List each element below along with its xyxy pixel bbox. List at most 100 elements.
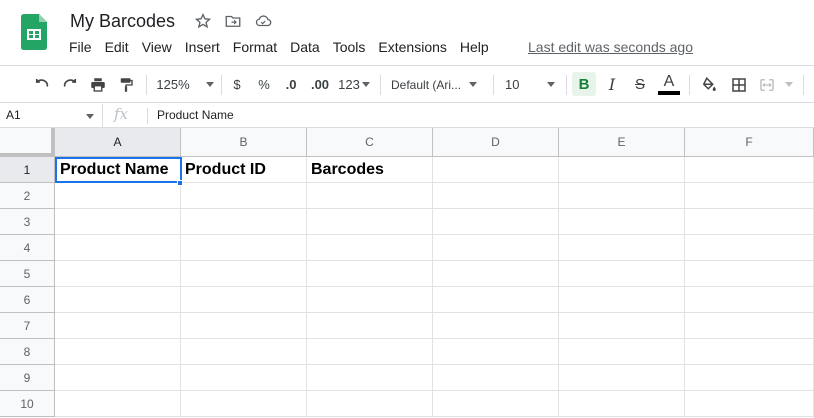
menu-extensions[interactable]: Extensions [378, 39, 446, 55]
cell-d7[interactable] [433, 313, 559, 339]
cell-b4[interactable] [181, 235, 307, 261]
cell-e6[interactable] [559, 287, 685, 313]
row-header-8[interactable]: 8 [0, 339, 55, 365]
menu-insert[interactable]: Insert [185, 39, 220, 55]
cell-a7[interactable] [55, 313, 181, 339]
cell-f9[interactable] [685, 365, 814, 391]
cell-f6[interactable] [685, 287, 814, 313]
cell-c6[interactable] [307, 287, 433, 313]
cell-f2[interactable] [685, 183, 814, 209]
row-header-2[interactable]: 2 [0, 183, 55, 209]
cell-b7[interactable] [181, 313, 307, 339]
currency-format-button[interactable]: $ [228, 66, 246, 103]
increase-decimal-button[interactable]: .00 [309, 66, 331, 103]
move-folder-icon[interactable] [224, 12, 242, 30]
name-box-dropdown-icon[interactable] [86, 114, 94, 119]
menu-data[interactable]: Data [290, 39, 320, 55]
cell-c2[interactable] [307, 183, 433, 209]
cell-f7[interactable] [685, 313, 814, 339]
row-header-9[interactable]: 9 [0, 365, 55, 391]
column-header-d[interactable]: D [433, 128, 559, 157]
column-header-c[interactable]: C [307, 128, 433, 157]
cell-c10[interactable] [307, 391, 433, 417]
cell-e1[interactable] [559, 157, 685, 183]
cell-d8[interactable] [433, 339, 559, 365]
cell-b2[interactable] [181, 183, 307, 209]
menu-file[interactable]: File [69, 39, 92, 55]
more-formats-select[interactable]: 123 [337, 66, 371, 103]
fill-color-icon[interactable] [697, 66, 721, 103]
cell-f4[interactable] [685, 235, 814, 261]
cell-a4[interactable] [55, 235, 181, 261]
cell-a1[interactable]: Product Name [55, 157, 182, 183]
select-all-corner[interactable] [0, 128, 55, 157]
percent-format-button[interactable]: % [255, 66, 273, 103]
document-title[interactable]: My Barcodes [70, 11, 175, 32]
cell-b3[interactable] [181, 209, 307, 235]
cell-f8[interactable] [685, 339, 814, 365]
column-header-f[interactable]: F [685, 128, 814, 157]
cell-e7[interactable] [559, 313, 685, 339]
cell-b10[interactable] [181, 391, 307, 417]
cell-f10[interactable] [685, 391, 814, 417]
font-family-select[interactable]: Default (Ari... [391, 66, 485, 103]
redo-icon[interactable] [58, 66, 82, 103]
print-icon[interactable] [86, 66, 110, 103]
row-header-4[interactable]: 4 [0, 235, 55, 261]
column-header-a[interactable]: A [55, 128, 181, 157]
cell-c4[interactable] [307, 235, 433, 261]
paint-format-icon[interactable] [114, 66, 138, 103]
cell-b1[interactable]: Product ID [181, 157, 307, 183]
merge-cells-icon[interactable] [755, 66, 779, 103]
last-edit-link[interactable]: Last edit was seconds ago [528, 39, 693, 55]
row-header-5[interactable]: 5 [0, 261, 55, 287]
cell-b6[interactable] [181, 287, 307, 313]
cell-b5[interactable] [181, 261, 307, 287]
row-header-1[interactable]: 1 [0, 157, 55, 183]
menu-tools[interactable]: Tools [333, 39, 366, 55]
menu-format[interactable]: Format [233, 39, 277, 55]
name-box[interactable]: A1 [0, 104, 103, 127]
row-header-6[interactable]: 6 [0, 287, 55, 313]
cell-a6[interactable] [55, 287, 181, 313]
cell-c9[interactable] [307, 365, 433, 391]
cell-c5[interactable] [307, 261, 433, 287]
menu-view[interactable]: View [142, 39, 172, 55]
fill-handle[interactable] [177, 180, 183, 186]
cell-e8[interactable] [559, 339, 685, 365]
cell-f3[interactable] [685, 209, 814, 235]
row-header-10[interactable]: 10 [0, 391, 55, 417]
cell-d10[interactable] [433, 391, 559, 417]
row-header-7[interactable]: 7 [0, 313, 55, 339]
cell-d2[interactable] [433, 183, 559, 209]
font-size-select[interactable]: 10 [505, 66, 561, 103]
zoom-select[interactable]: 125% [156, 66, 214, 103]
cell-c7[interactable] [307, 313, 433, 339]
cell-a10[interactable] [55, 391, 181, 417]
undo-icon[interactable] [30, 66, 54, 103]
cell-e5[interactable] [559, 261, 685, 287]
cell-e9[interactable] [559, 365, 685, 391]
cell-d9[interactable] [433, 365, 559, 391]
cell-a9[interactable] [55, 365, 181, 391]
bold-button[interactable]: B [572, 72, 596, 96]
star-icon[interactable] [194, 12, 212, 30]
cell-e3[interactable] [559, 209, 685, 235]
cell-f1[interactable] [685, 157, 814, 183]
sheets-logo-icon[interactable] [21, 14, 47, 50]
cell-c1[interactable]: Barcodes [307, 157, 433, 183]
cell-a2[interactable] [55, 183, 181, 209]
cell-c3[interactable] [307, 209, 433, 235]
decrease-decimal-button[interactable]: .0 [282, 66, 300, 103]
strikethrough-button[interactable]: S [629, 66, 651, 103]
menu-help[interactable]: Help [460, 39, 489, 55]
formula-input[interactable]: Product Name [157, 104, 234, 127]
text-color-button[interactable]: A [657, 66, 681, 103]
italic-button[interactable]: I [601, 66, 623, 103]
cell-d3[interactable] [433, 209, 559, 235]
cloud-status-icon[interactable] [254, 12, 272, 30]
cell-e4[interactable] [559, 235, 685, 261]
cell-d5[interactable] [433, 261, 559, 287]
cell-b9[interactable] [181, 365, 307, 391]
column-header-b[interactable]: B [181, 128, 307, 157]
